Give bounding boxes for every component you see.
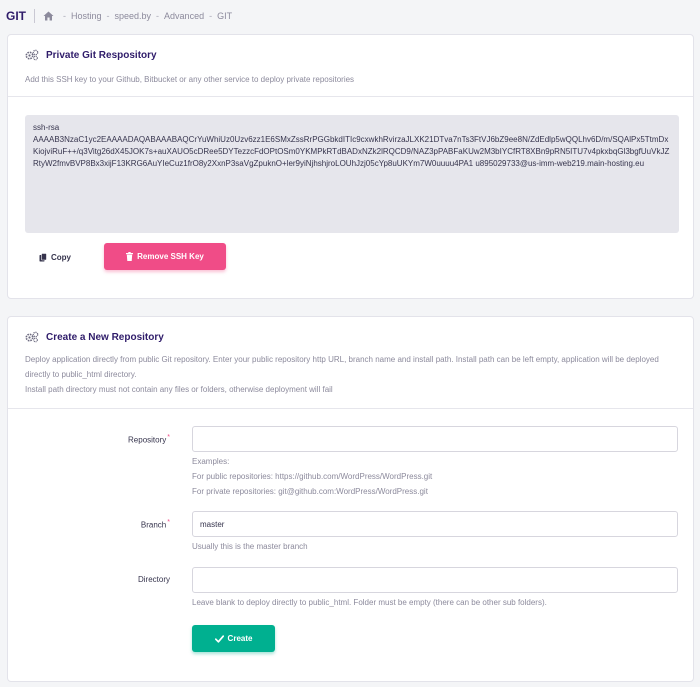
git-page: GIT - Hosting - speed.by - Advanced - GI… <box>0 0 700 687</box>
ssh-card-description: Add this SSH key to your Github, Bitbuck… <box>25 75 355 84</box>
repo-description-line: Install path directory must not contain … <box>25 385 333 394</box>
repository-help-line: For private repositories: git@github.com… <box>192 487 428 496</box>
breadcrumb-separator: - <box>156 11 160 21</box>
breadcrumb-item-current: GIT <box>217 11 233 21</box>
directory-label: Directory <box>40 575 170 584</box>
repository-label: Repository* <box>40 434 170 445</box>
copy-label: Copy <box>51 252 71 262</box>
repo-card-header: Create a New Repository Deploy applicati… <box>8 317 693 409</box>
remove-ssh-key-label: Remove SSH Key <box>137 252 204 261</box>
repository-help-line: Examples: <box>192 457 230 466</box>
breadcrumb-item-domain[interactable]: speed.by <box>115 11 152 21</box>
repo-description-line: Deploy application directly from public … <box>25 355 659 379</box>
ssh-key-box[interactable]: ssh-rsa AAAAB3NzaC1yc2EAAAADAQABAAABAQCr… <box>25 115 679 233</box>
repository-input[interactable] <box>192 426 678 452</box>
breadcrumb-item-hosting[interactable]: Hosting <box>71 11 102 21</box>
directory-input[interactable] <box>192 567 678 593</box>
breadcrumb-item-advanced[interactable]: Advanced <box>164 11 204 21</box>
branch-label: Branch* <box>40 519 170 530</box>
directory-help: Leave blank to deploy directly to public… <box>192 598 547 607</box>
trash-icon <box>126 252 134 261</box>
breadcrumb: GIT - Hosting - speed.by - Advanced - GI… <box>6 6 232 26</box>
copy-icon <box>39 252 47 261</box>
directory-label-text: Directory <box>137 575 170 584</box>
branch-label-text: Branch <box>140 520 167 530</box>
gears-icon <box>25 49 39 61</box>
ssh-key-type: ssh-rsa <box>33 123 60 132</box>
branch-input[interactable] <box>192 511 678 537</box>
repository-label-text: Repository <box>128 435 167 445</box>
breadcrumb-separator: - <box>63 11 66 21</box>
remove-ssh-key-button[interactable]: Remove SSH Key <box>104 243 226 270</box>
repository-help: Examples: For public repositories: https… <box>192 454 432 499</box>
ssh-key-value: AAAAB3NzaC1yc2EAAAADAQABAAABAQCrYuWhiUz0… <box>33 135 670 168</box>
create-repository-card: Create a New Repository Deploy applicati… <box>7 316 694 682</box>
breadcrumb-separator: - <box>209 11 213 21</box>
repo-card-description: Deploy application directly from public … <box>25 352 693 397</box>
repository-help-line: For public repositories: https://github.… <box>192 472 433 481</box>
required-marker: * <box>167 434 170 441</box>
branch-help: Usually this is the master branch <box>192 542 308 551</box>
home-icon[interactable] <box>43 11 54 21</box>
title-divider <box>34 9 35 23</box>
required-marker: * <box>167 519 170 526</box>
ssh-card-title: Private Git Respository <box>46 49 157 61</box>
copy-button[interactable]: Copy <box>39 244 71 270</box>
breadcrumb-separator: - <box>106 11 110 21</box>
page-title: GIT <box>6 9 26 23</box>
gears-icon <box>25 331 39 343</box>
create-button[interactable]: Create <box>192 625 275 652</box>
ssh-key-card: Private Git Respository Add this SSH key… <box>7 34 694 299</box>
check-icon <box>214 634 224 643</box>
create-label: Create <box>227 634 253 643</box>
ssh-card-header: Private Git Respository Add this SSH key… <box>8 35 693 97</box>
repo-card-title: Create a New Repository <box>46 331 164 343</box>
